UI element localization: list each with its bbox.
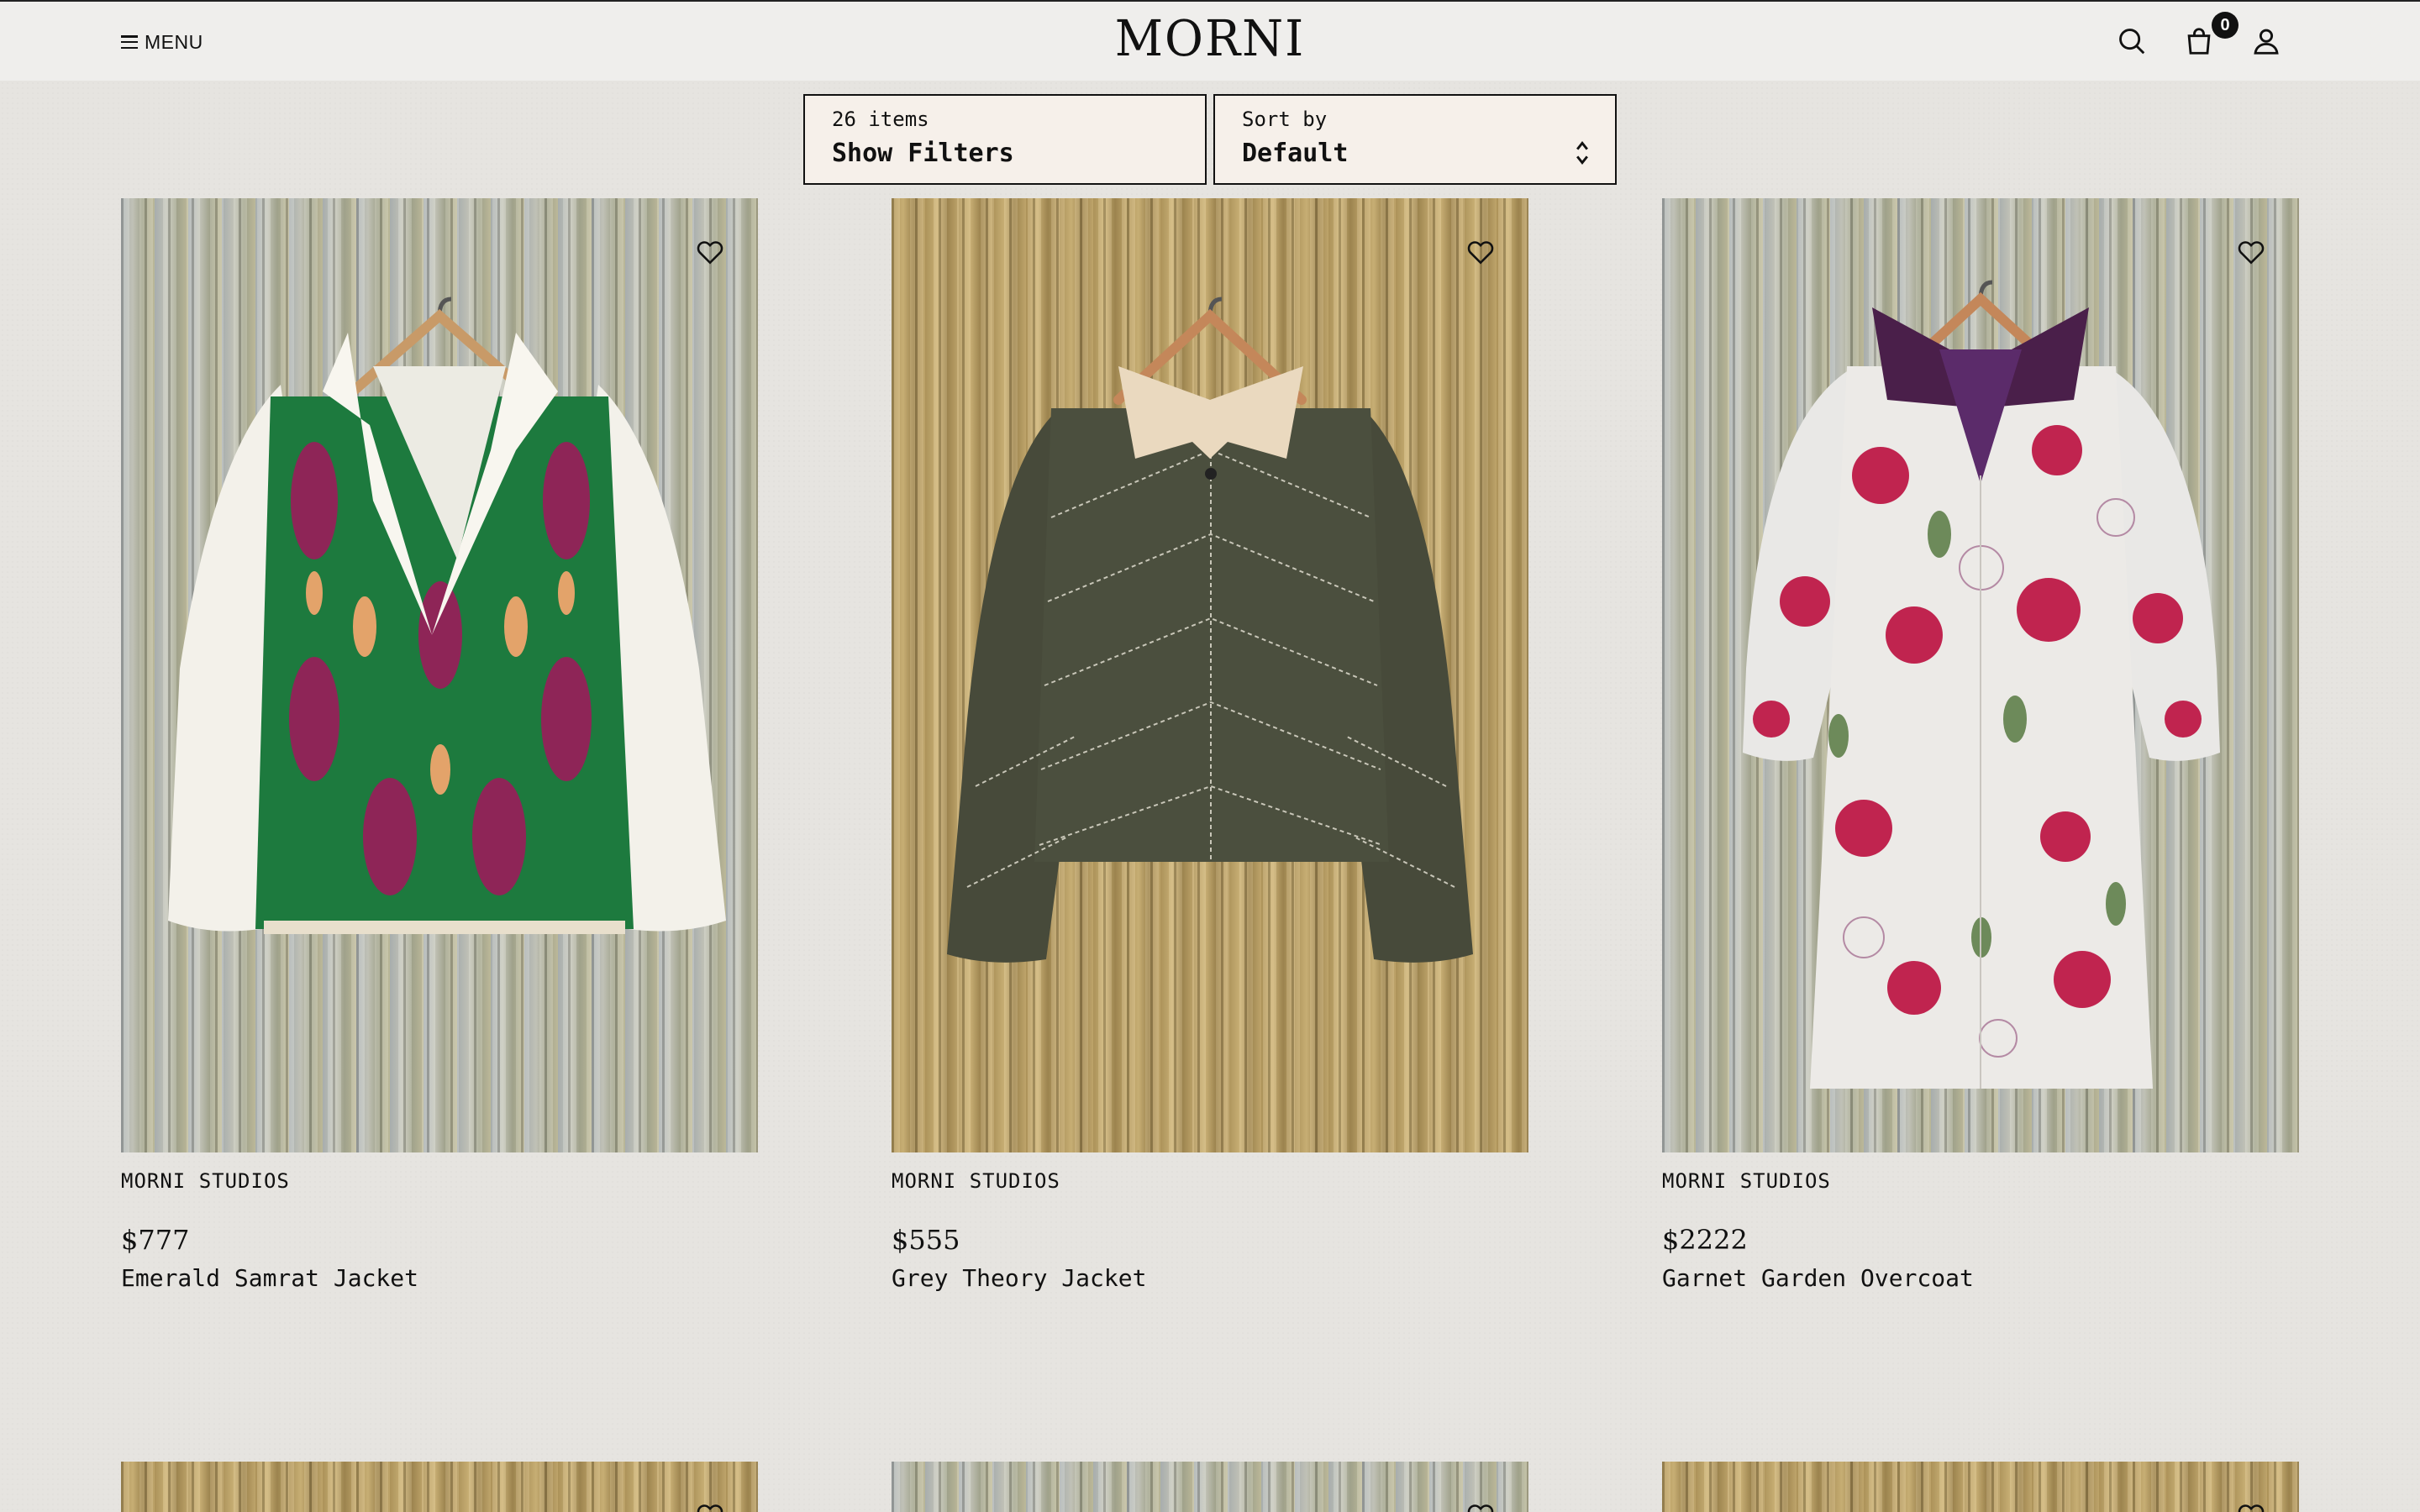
product-image[interactable] bbox=[121, 198, 758, 1152]
product-card[interactable]: MORNI STUDIOS $2222 Garnet Garden Overco… bbox=[1662, 198, 2299, 1294]
product-name[interactable]: Garnet Garden Overcoat bbox=[1662, 1263, 2299, 1294]
jacket-image bbox=[947, 297, 1473, 963]
menu-button[interactable]: MENU bbox=[121, 29, 203, 55]
heart-icon[interactable] bbox=[2237, 1502, 2265, 1512]
product-image[interactable] bbox=[892, 198, 1528, 1152]
product-price: $777 bbox=[121, 1224, 190, 1256]
product-name[interactable]: Emerald Samrat Jacket bbox=[121, 1263, 758, 1294]
product-image[interactable] bbox=[1662, 198, 2299, 1152]
user-icon[interactable] bbox=[2250, 25, 2282, 57]
bamboo-background bbox=[121, 1462, 758, 1512]
product-brand: MORNI STUDIOS bbox=[892, 1169, 1060, 1193]
show-filters-label: Show Filters bbox=[832, 139, 1014, 168]
site-logo[interactable]: MORNI bbox=[1111, 10, 1309, 67]
product-image-partial[interactable] bbox=[1662, 1462, 2299, 1512]
item-count: 26 items bbox=[832, 108, 929, 131]
heart-icon[interactable] bbox=[696, 1502, 724, 1512]
sort-caption: Sort by bbox=[1242, 108, 1328, 131]
product-card[interactable]: MORNI STUDIOS $777 Emerald Samrat Jacket bbox=[121, 198, 758, 1294]
product-name[interactable]: Grey Theory Jacket bbox=[892, 1263, 1528, 1294]
bag-icon[interactable] bbox=[2183, 25, 2215, 57]
product-image-partial[interactable] bbox=[892, 1462, 1528, 1512]
overcoat-image bbox=[1743, 280, 2220, 1089]
jacket-image bbox=[168, 297, 726, 934]
search-icon[interactable] bbox=[2116, 25, 2148, 57]
show-filters-button[interactable]: 26 items Show Filters bbox=[803, 94, 1207, 185]
heart-icon[interactable] bbox=[696, 239, 724, 265]
product-image-partial[interactable] bbox=[121, 1462, 758, 1512]
heart-icon[interactable] bbox=[1466, 1502, 1495, 1512]
product-brand: MORNI STUDIOS bbox=[1662, 1169, 1831, 1193]
site-header: MENU MORNI 0 bbox=[0, 0, 2420, 81]
product-card[interactable]: MORNI STUDIOS $555 Grey Theory Jacket bbox=[892, 198, 1528, 1294]
heart-icon[interactable] bbox=[2237, 239, 2265, 265]
bamboo-background bbox=[1662, 1462, 2299, 1512]
chevron-updown-icon bbox=[1576, 141, 1588, 165]
cart-count-badge: 0 bbox=[2212, 12, 2238, 39]
menu-icon bbox=[121, 35, 138, 49]
product-brand: MORNI STUDIOS bbox=[121, 1169, 290, 1193]
menu-label: MENU bbox=[145, 30, 203, 53]
product-price: $555 bbox=[892, 1224, 960, 1256]
product-price: $2222 bbox=[1662, 1224, 1748, 1256]
heart-icon[interactable] bbox=[1466, 239, 1495, 265]
bamboo-background bbox=[892, 1462, 1528, 1512]
sort-select[interactable]: Sort by Default bbox=[1213, 94, 1617, 185]
sort-value: Default bbox=[1242, 139, 1349, 168]
